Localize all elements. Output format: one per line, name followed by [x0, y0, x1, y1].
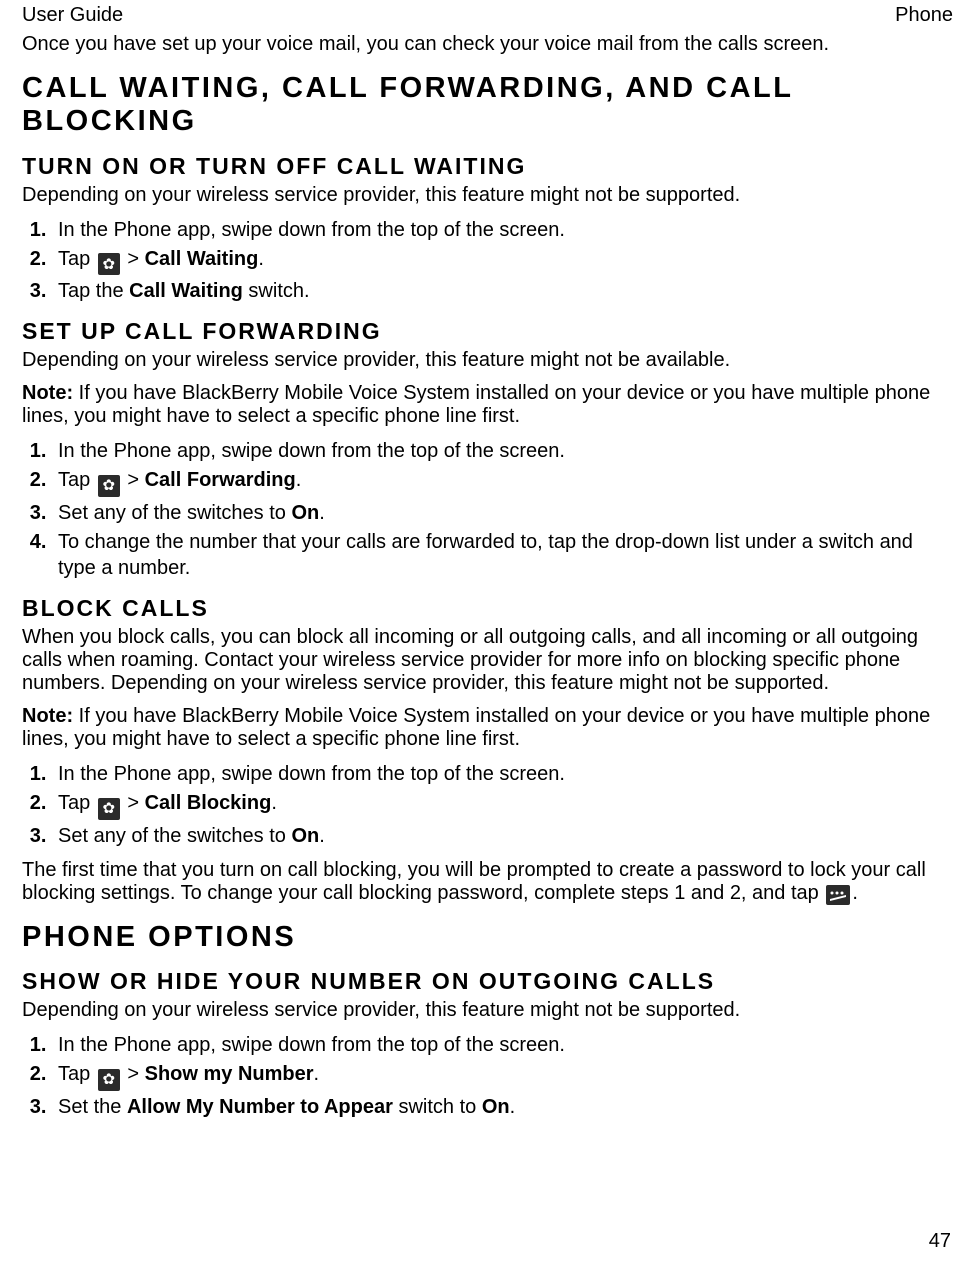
- step-text: >: [122, 248, 145, 270]
- step-text: Tap: [58, 1063, 96, 1085]
- step-bold: Call Waiting: [145, 248, 259, 270]
- step-bold: On: [291, 502, 319, 524]
- settings-icon: ✿: [98, 475, 120, 497]
- page-header: User Guide Phone: [22, 0, 953, 27]
- heading-show-hide-number: Show or hide your number on outgoing cal…: [22, 968, 953, 995]
- settings-icon: ✿: [98, 1069, 120, 1091]
- step-bold: On: [291, 825, 319, 847]
- step-text: Set the: [58, 1096, 127, 1118]
- step-text: >: [122, 1063, 145, 1085]
- step-item: In the Phone app, swipe down from the to…: [52, 1032, 953, 1058]
- step-item: Tap ✿ > Call Waiting.: [52, 246, 953, 276]
- step-text: Set any of the switches to: [58, 825, 291, 847]
- step-item: In the Phone app, swipe down from the to…: [52, 217, 953, 243]
- step-text: .: [258, 248, 264, 270]
- step-text: Tap the: [58, 280, 129, 302]
- step-text: >: [122, 792, 145, 814]
- step-item: Tap ✿ > Show my Number.: [52, 1061, 953, 1091]
- step-text: Tap: [58, 248, 96, 270]
- step-text: .: [271, 792, 277, 814]
- password-icon: [826, 885, 850, 905]
- step-item: In the Phone app, swipe down from the to…: [52, 761, 953, 787]
- paragraph-text: The first time that you turn on call blo…: [22, 859, 926, 904]
- header-left: User Guide: [22, 4, 123, 27]
- intro-paragraph: Once you have set up your voice mail, yo…: [22, 33, 953, 56]
- step-item: Tap the Call Waiting switch.: [52, 278, 953, 304]
- step-text: switch.: [243, 280, 310, 302]
- paragraph: Depending on your wireless service provi…: [22, 999, 953, 1022]
- steps-list: In the Phone app, swipe down from the to…: [22, 1032, 953, 1120]
- paragraph: Depending on your wireless service provi…: [22, 184, 953, 207]
- step-item: Set any of the switches to On.: [52, 500, 953, 526]
- step-text: .: [296, 469, 302, 491]
- step-item: Set the Allow My Number to Appear switch…: [52, 1094, 953, 1120]
- note-text: If you have BlackBerry Mobile Voice Syst…: [22, 705, 930, 750]
- steps-list: In the Phone app, swipe down from the to…: [22, 761, 953, 849]
- step-item: Set any of the switches to On.: [52, 823, 953, 849]
- note-paragraph: Note: If you have BlackBerry Mobile Voic…: [22, 382, 953, 428]
- note-label: Note:: [22, 705, 73, 727]
- step-bold: On: [482, 1096, 510, 1118]
- step-text: >: [122, 469, 145, 491]
- step-text: .: [510, 1096, 516, 1118]
- settings-icon: ✿: [98, 798, 120, 820]
- paragraph: Depending on your wireless service provi…: [22, 349, 953, 372]
- step-bold: Call Blocking: [145, 792, 272, 814]
- step-bold: Call Waiting: [129, 280, 243, 302]
- step-item: Tap ✿ > Call Blocking.: [52, 790, 953, 820]
- steps-list: In the Phone app, swipe down from the to…: [22, 438, 953, 581]
- steps-list: In the Phone app, swipe down from the to…: [22, 217, 953, 305]
- step-bold: Show my Number: [145, 1063, 314, 1085]
- step-text: .: [319, 825, 325, 847]
- paragraph: When you block calls, you can block all …: [22, 626, 953, 695]
- step-text: .: [319, 502, 325, 524]
- step-text: Set any of the switches to: [58, 502, 291, 524]
- step-text: switch to: [393, 1096, 482, 1118]
- heading-call-waiting-forwarding-blocking: Call waiting, call forwarding, and call …: [22, 72, 953, 139]
- heading-set-up-call-forwarding: Set up call forwarding: [22, 318, 953, 345]
- note-label: Note:: [22, 382, 73, 404]
- header-right: Phone: [895, 4, 953, 27]
- step-text: Tap: [58, 469, 96, 491]
- page-number: 47: [929, 1230, 951, 1253]
- heading-phone-options: Phone options: [22, 921, 953, 954]
- step-bold: Call Forwarding: [145, 469, 296, 491]
- page: User Guide Phone Once you have set up yo…: [0, 0, 975, 1265]
- note-paragraph: Note: If you have BlackBerry Mobile Voic…: [22, 705, 953, 751]
- paragraph: The first time that you turn on call blo…: [22, 859, 953, 905]
- settings-icon: ✿: [98, 253, 120, 275]
- step-item: In the Phone app, swipe down from the to…: [52, 438, 953, 464]
- step-text: Tap: [58, 792, 96, 814]
- step-text: .: [314, 1063, 320, 1085]
- step-item: To change the number that your calls are…: [52, 529, 953, 581]
- heading-block-calls: Block calls: [22, 595, 953, 622]
- note-text: If you have BlackBerry Mobile Voice Syst…: [22, 382, 930, 427]
- step-bold: Allow My Number to Appear: [127, 1096, 393, 1118]
- paragraph-text: .: [852, 882, 858, 904]
- heading-turn-on-off-call-waiting: Turn on or turn off call waiting: [22, 153, 953, 180]
- step-item: Tap ✿ > Call Forwarding.: [52, 467, 953, 497]
